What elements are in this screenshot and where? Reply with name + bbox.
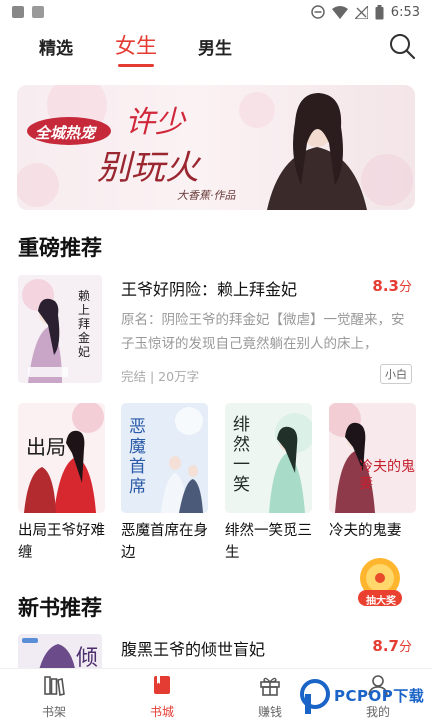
- status-indicators: 6:53: [311, 4, 420, 20]
- app-notification-icon: [32, 6, 44, 18]
- grid-book-title-1[interactable]: 出局王爷好难缠: [18, 520, 110, 564]
- watermark: PCPOP下载: [300, 677, 428, 717]
- lottery-badge-label: 抽大奖: [366, 596, 396, 607]
- battery-icon: [375, 4, 384, 19]
- featured-book-meta: 完结 | 20万字: [121, 369, 200, 384]
- featured-book-description: 原名：阴险王爷的拜金妃【微虐】一觉醒来，安子玉惊讶的发现自己竟然躺在别人的床上，: [121, 312, 405, 352]
- search-icon[interactable]: [388, 32, 416, 60]
- signal-icon: [354, 5, 368, 19]
- featured-score-unit: 分: [398, 280, 412, 295]
- featured-section-title: 重磅推荐: [18, 236, 102, 260]
- notification-icon: [12, 6, 24, 18]
- new-book-score-value: 8.7: [372, 637, 399, 655]
- banner-title-line2: 别玩火: [97, 148, 199, 188]
- featured-cover-text: 赖上拜金妃: [78, 289, 91, 359]
- nav-bookstore[interactable]: 书城: [132, 673, 192, 720]
- status-bar: 6:53: [0, 0, 432, 24]
- featured-score-value: 8.3: [372, 277, 399, 295]
- featured-book-score: 8.3分: [372, 276, 412, 295]
- nav-bookstore-label: 书城: [149, 705, 174, 719]
- grid-book-cover-1[interactable]: 出局: [18, 403, 105, 513]
- lottery-float-badge[interactable]: 抽大奖: [352, 556, 408, 608]
- grid-cover-text-4: 冷夫的鬼妻: [359, 459, 415, 492]
- grid-cover-art-4: [329, 403, 416, 513]
- new-book-title[interactable]: 腹黑王爷的倾世盲妃: [121, 636, 265, 660]
- featured-book-tag: 小白: [380, 364, 412, 384]
- grid-cover-text-1: 出局: [26, 435, 66, 459]
- featured-book-title[interactable]: 王爷好阴险：赖上拜金妃: [121, 276, 297, 300]
- grid-book-cover-4[interactable]: 冷夫的鬼妻: [329, 403, 416, 513]
- bookstore-icon: [154, 676, 170, 694]
- nav-bookshelf[interactable]: 书架: [24, 673, 84, 720]
- banner-author: 大香蕉·作品: [177, 189, 236, 202]
- tab-featured[interactable]: 精选: [39, 34, 73, 59]
- status-notifications: [12, 6, 44, 18]
- watermark-text: PCPOP下载: [334, 687, 425, 705]
- bookshelf-icon: [44, 676, 65, 696]
- nav-earn-label: 赚钱: [257, 705, 282, 719]
- promo-banner[interactable]: 全城热宠 许少 别玩火 大香蕉·作品: [17, 85, 415, 210]
- tab-female[interactable]: 女生: [115, 30, 157, 60]
- tab-male[interactable]: 男生: [198, 34, 232, 59]
- grid-book-title-2[interactable]: 恶魔首席在身边: [121, 520, 213, 564]
- status-time: 6:53: [390, 4, 420, 20]
- grid-cover-text-3: 绯然一笑: [233, 415, 250, 495]
- banner-tag: 全城热宠: [35, 124, 96, 142]
- new-book-score: 8.7分: [372, 636, 412, 655]
- featured-book-cover[interactable]: 赖上拜金妃: [18, 275, 102, 383]
- grid-book-cover-3[interactable]: 绯然一笑: [225, 403, 312, 513]
- top-nav: 精选 女生 男生: [0, 24, 432, 72]
- nav-earn[interactable]: 赚钱: [240, 673, 300, 720]
- grid-book-title-4[interactable]: 冷夫的鬼妻: [329, 520, 421, 542]
- nav-bookshelf-label: 书架: [41, 705, 66, 719]
- banner-title-line1: 许少: [125, 105, 185, 140]
- new-books-section-title: 新书推荐: [18, 596, 102, 620]
- dnd-icon: [311, 5, 325, 19]
- grid-book-title-3[interactable]: 绯然一笑觅三生: [225, 520, 317, 564]
- grid-cover-text-2: 恶魔首席: [129, 417, 146, 497]
- active-tab-indicator: [118, 64, 154, 67]
- grid-book-cover-2[interactable]: 恶魔首席: [121, 403, 208, 513]
- new-book-score-unit: 分: [398, 640, 412, 655]
- watermark-logo-icon: [300, 679, 330, 714]
- gift-icon: [260, 677, 280, 696]
- wifi-icon: [331, 5, 348, 19]
